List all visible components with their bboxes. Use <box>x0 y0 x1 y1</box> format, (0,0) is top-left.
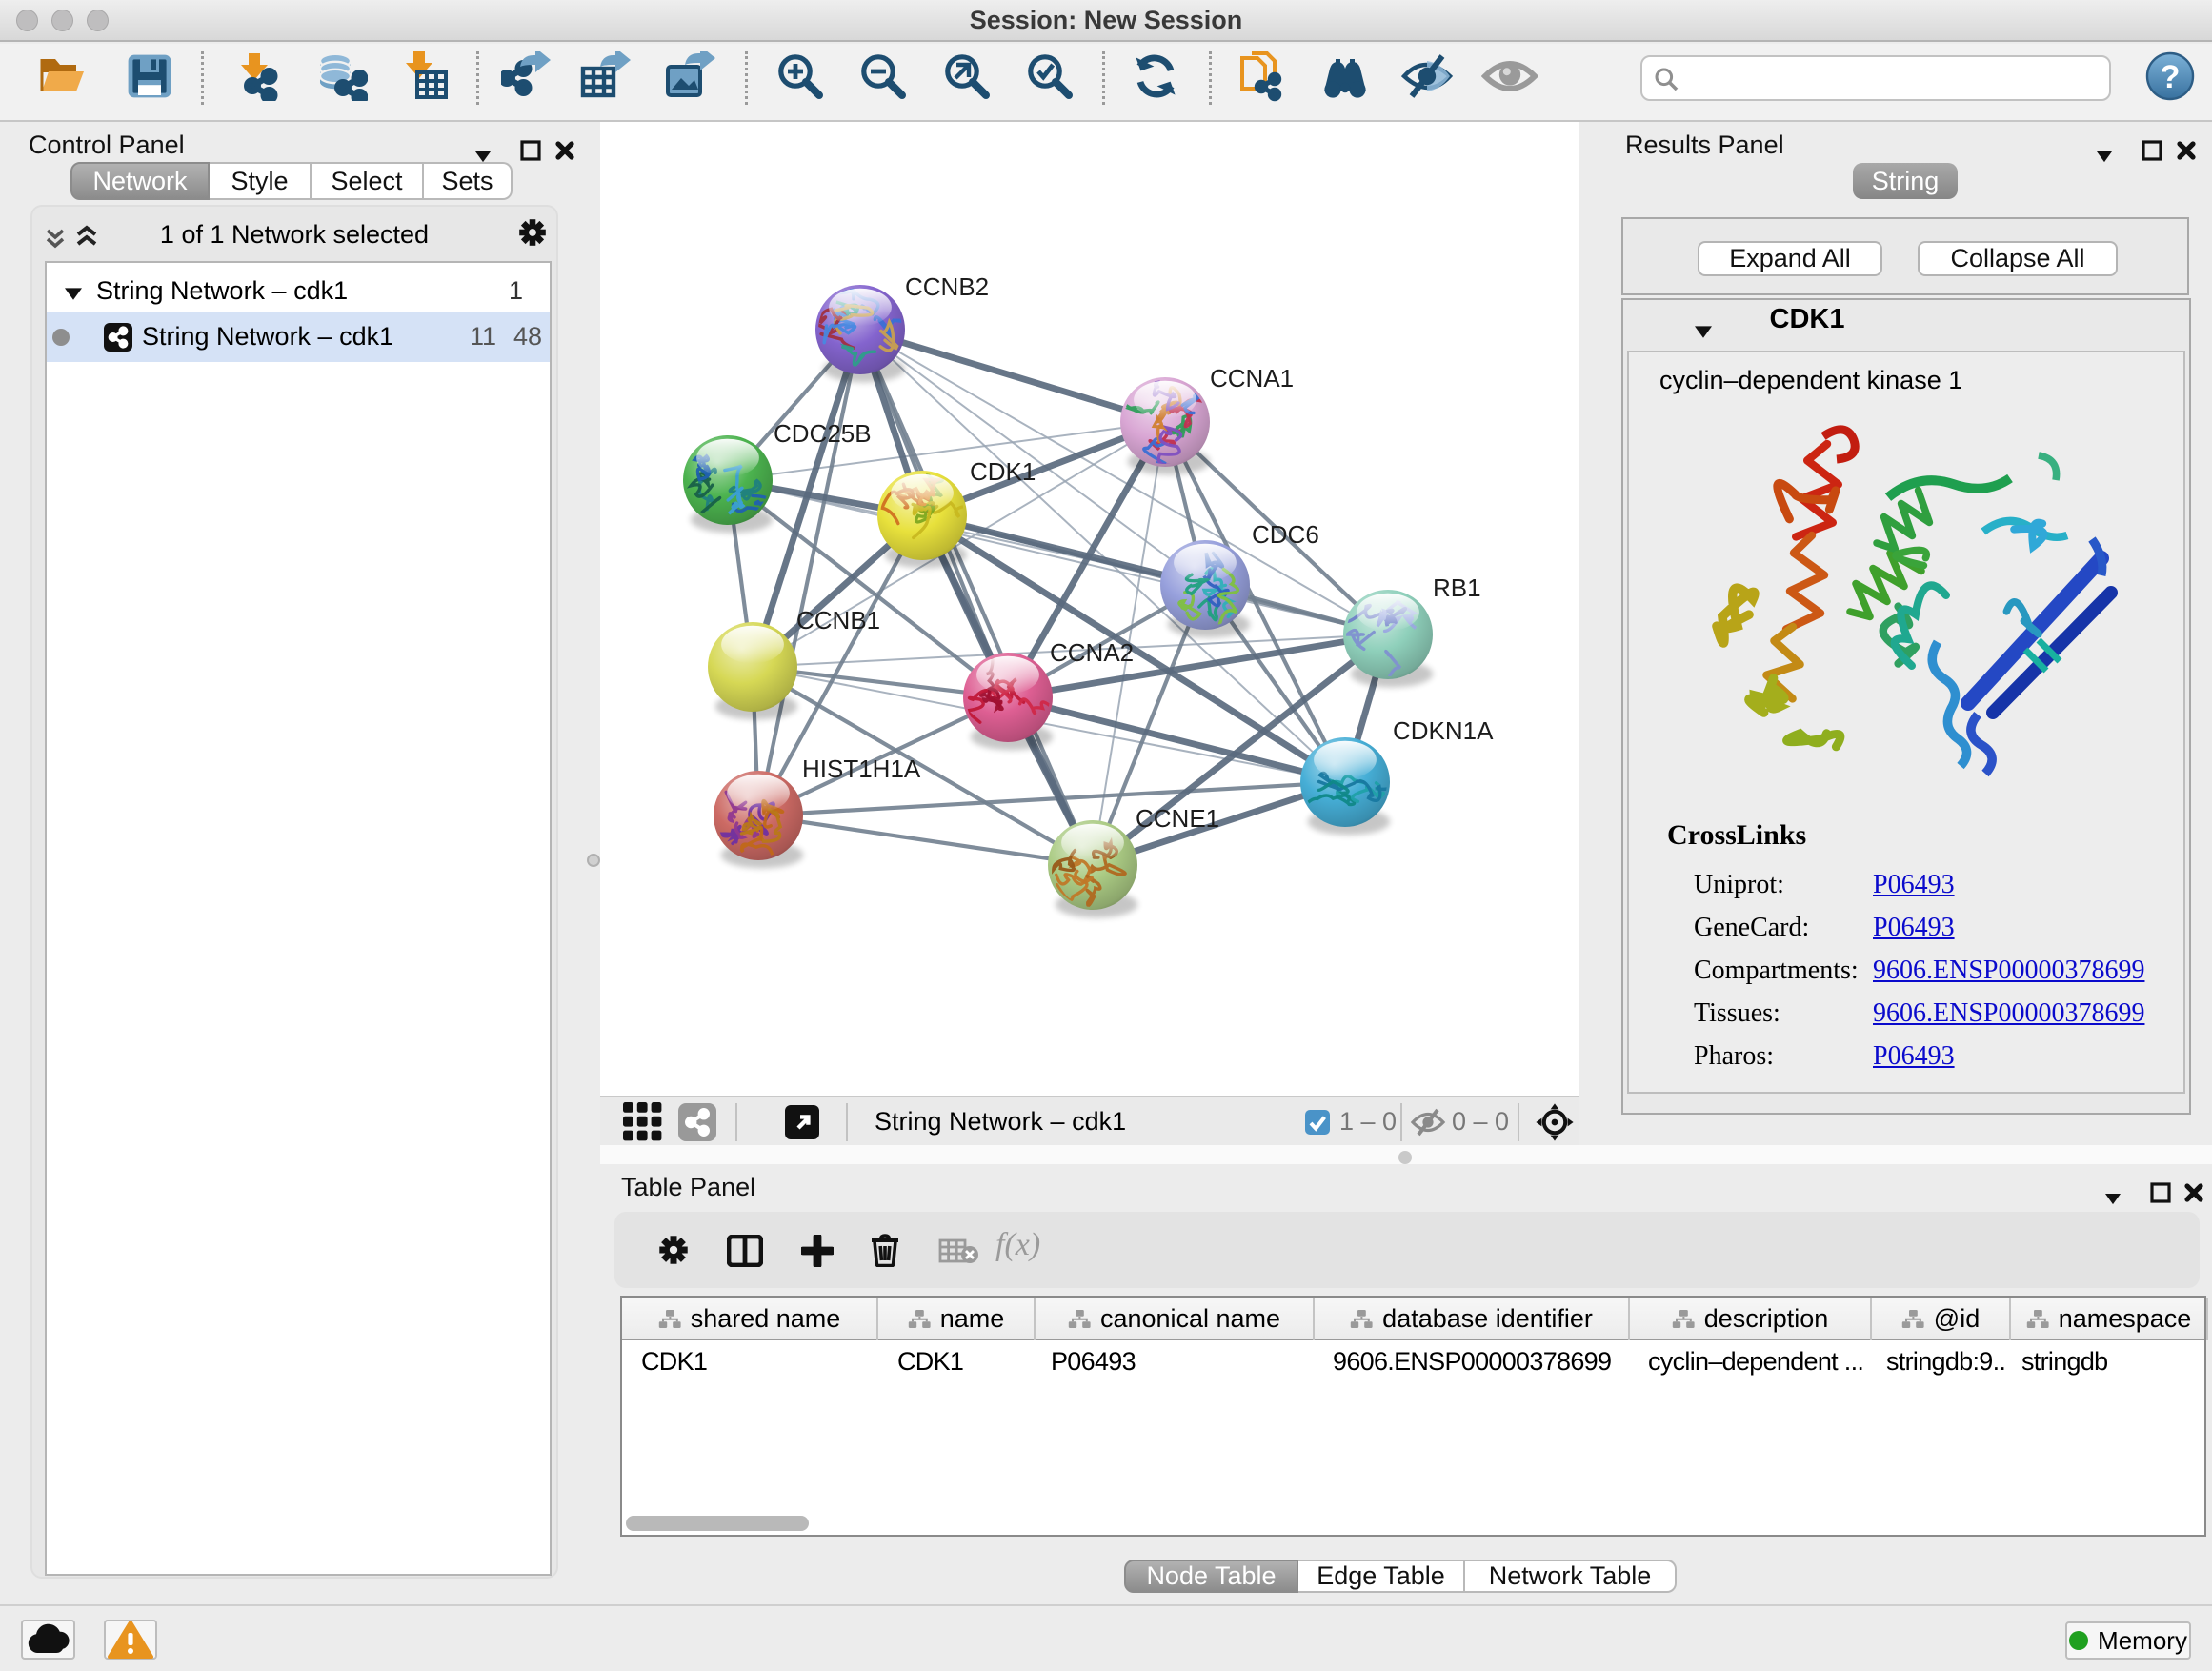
svg-text:?: ? <box>2161 59 2181 95</box>
svg-text:CCNB1: CCNB1 <box>796 606 880 634</box>
svg-text:CCNB2: CCNB2 <box>905 272 989 301</box>
svg-text:RB1: RB1 <box>1433 574 1481 602</box>
svg-text:CDKN1A: CDKN1A <box>1393 716 1494 745</box>
svg-text:CDK1: CDK1 <box>970 457 1036 486</box>
svg-text:CDC6: CDC6 <box>1252 520 1319 549</box>
svg-text:CCNA2: CCNA2 <box>1050 638 1134 667</box>
svg-text:CCNE1: CCNE1 <box>1136 804 1219 833</box>
svg-text:CCNA1: CCNA1 <box>1210 364 1294 393</box>
svg-text:CDC25B: CDC25B <box>774 419 872 448</box>
svg-text:HIST1H1A: HIST1H1A <box>802 755 921 783</box>
